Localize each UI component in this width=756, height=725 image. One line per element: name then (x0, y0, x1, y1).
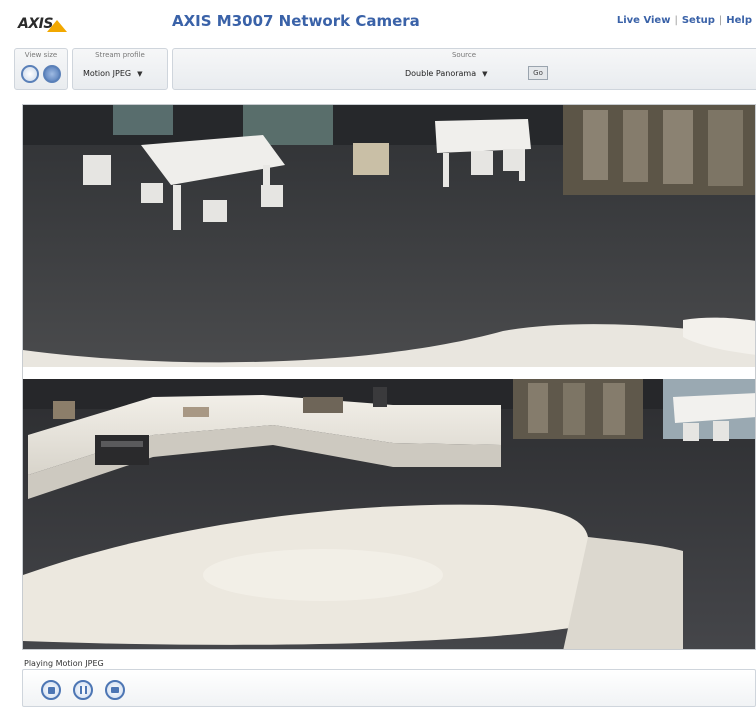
live-video-view[interactable] (22, 104, 756, 650)
view-size-group: View size (14, 48, 68, 90)
header: AXIS AXIS M3007 Network Camera Live View… (0, 0, 756, 44)
upper-panorama (23, 105, 755, 367)
chevron-down-icon: ▼ (137, 69, 143, 78)
lower-panorama (23, 379, 755, 649)
view-size-icon[interactable] (21, 65, 39, 83)
fullscreen-icon[interactable] (43, 65, 61, 83)
stop-glyph (47, 686, 55, 694)
snapshot-glyph (111, 687, 119, 693)
source-label: Source (451, 51, 477, 59)
source-select[interactable]: Double Panorama ▼ (401, 66, 488, 81)
source-value: Double Panorama (405, 69, 477, 78)
player-controls (22, 669, 756, 707)
nav-live-view-link[interactable]: Live View (617, 15, 671, 26)
source-group: Source Double Panorama ▼ Go (172, 48, 756, 90)
nav-help-link[interactable]: Help (726, 15, 752, 26)
stream-profile-value: Motion JPEG (83, 69, 132, 78)
logo-triangle-icon (46, 20, 67, 32)
view-size-label: View size (24, 51, 58, 59)
stream-profile-select[interactable]: Motion JPEG ▼ (79, 66, 143, 81)
go-button[interactable]: Go (528, 66, 548, 80)
nav-separator: | (718, 15, 723, 26)
stream-profile-group: Stream profile Motion JPEG ▼ (72, 48, 168, 90)
snapshot-icon[interactable] (105, 680, 125, 700)
stream-profile-label: Stream profile (95, 51, 145, 59)
pause-glyph (79, 686, 87, 694)
player-status: Playing Motion JPEG (24, 659, 104, 668)
nav-setup-link[interactable]: Setup (682, 15, 715, 26)
top-nav: Live View | Setup | Help (617, 15, 752, 26)
chevron-down-icon: ▼ (482, 69, 488, 78)
stop-icon[interactable] (41, 680, 61, 700)
pause-icon[interactable] (73, 680, 93, 700)
axis-logo[interactable]: AXIS (18, 10, 67, 32)
toolbar: View size Stream profile Motion JPEG ▼ S… (14, 48, 756, 92)
nav-separator: | (674, 15, 678, 26)
page-title: AXIS M3007 Network Camera (172, 12, 420, 30)
double-panorama-image (23, 105, 755, 649)
